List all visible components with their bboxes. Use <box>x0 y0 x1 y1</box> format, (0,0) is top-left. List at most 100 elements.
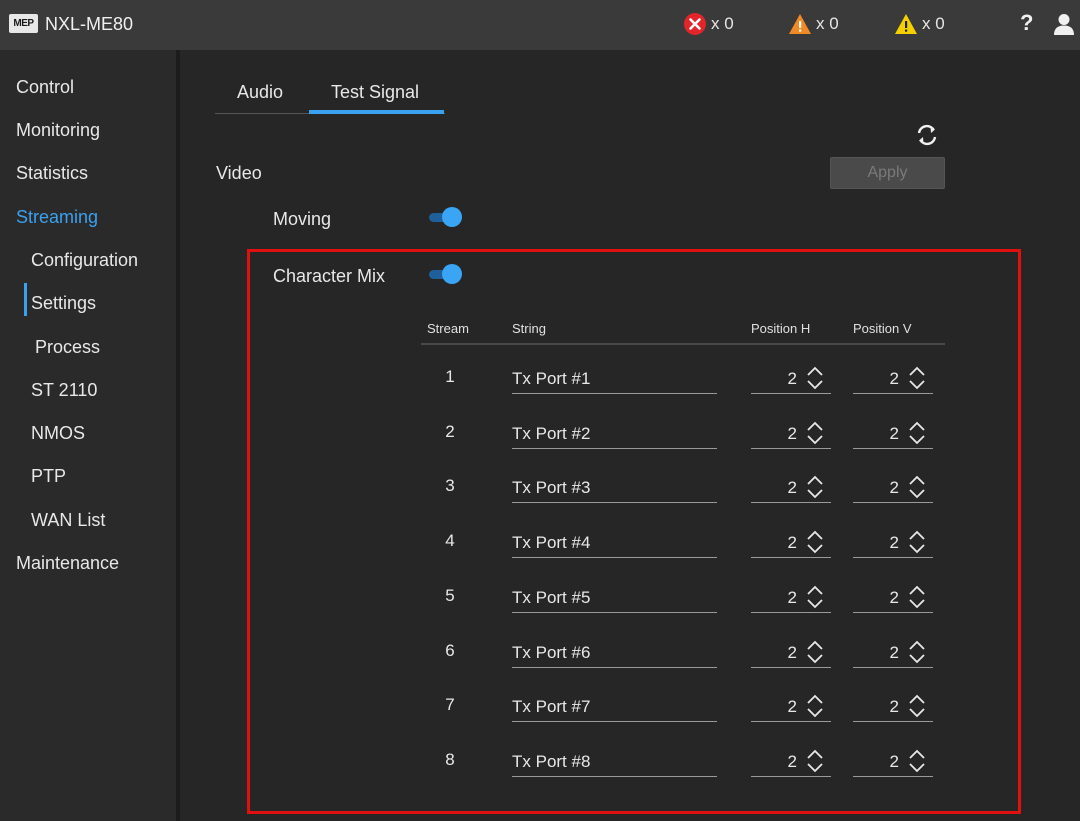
position-v-input[interactable]: 2 <box>853 585 933 613</box>
sidebar-item-monitoring[interactable]: Monitoring <box>16 120 100 141</box>
position-v-value: 2 <box>889 369 899 388</box>
position-h-input[interactable]: 2 <box>751 473 831 504</box>
spinner-icon[interactable] <box>907 583 927 611</box>
position-v-value: 2 <box>889 423 899 443</box>
position-v-value: 2 <box>889 587 899 607</box>
position-h-input[interactable]: 2 <box>751 366 831 394</box>
string-input[interactable]: Tx Port #4 <box>512 530 717 559</box>
position-v-input[interactable]: 2 <box>853 473 933 504</box>
position-h-input[interactable]: 2 <box>751 585 831 613</box>
position-v-value: 2 <box>889 697 899 717</box>
spinner-icon[interactable] <box>805 419 825 447</box>
toggle-knob <box>442 207 462 227</box>
error-count: x 0 <box>711 14 734 33</box>
selected-marker <box>24 283 27 316</box>
warning-yellow-count: x 0 <box>922 14 945 33</box>
spinner-icon[interactable] <box>805 692 825 720</box>
stream-number: 4 <box>445 531 455 551</box>
sidebar-item-settings[interactable]: Settings <box>31 293 96 314</box>
string-input[interactable]: Tx Port #7 <box>512 694 717 723</box>
stream-number: 6 <box>445 640 455 660</box>
stream-number: 8 <box>445 749 455 769</box>
spinner-icon[interactable] <box>805 747 825 775</box>
string-input[interactable]: Tx Port #3 <box>512 475 717 504</box>
position-h-value: 2 <box>787 369 797 388</box>
stream-number: 1 <box>445 367 455 386</box>
table-row: 7 Tx Port #7 2 2 <box>0 694 1080 749</box>
string-input[interactable]: Tx Port #8 <box>512 749 717 777</box>
warning-orange-icon <box>789 14 811 34</box>
column-header-stream: Stream <box>427 321 469 336</box>
position-h-value: 2 <box>787 697 797 717</box>
app-logo: MEP <box>9 14 38 33</box>
sidebar-item-statistics[interactable]: Statistics <box>16 163 88 184</box>
position-v-value: 2 <box>889 533 899 553</box>
position-v-input[interactable]: 2 <box>853 528 933 559</box>
position-h-input[interactable]: 2 <box>751 749 831 777</box>
position-h-value: 2 <box>787 478 797 498</box>
position-v-value: 2 <box>889 478 899 498</box>
character-mix-label: Character Mix <box>273 266 386 286</box>
help-button[interactable]: ? <box>1020 10 1033 36</box>
table-row: 1 Tx Port #1 2 2 <box>0 366 1080 421</box>
position-v-input[interactable]: 2 <box>853 749 933 777</box>
top-bar: MEP NXL-ME80 x 0 x 0 x 0 ? <box>0 0 1080 50</box>
position-h-value: 2 <box>787 533 797 553</box>
spinner-icon[interactable] <box>907 692 927 720</box>
spinner-icon[interactable] <box>907 638 927 666</box>
position-h-value: 2 <box>787 751 797 771</box>
spinner-icon[interactable] <box>907 364 927 392</box>
string-input[interactable]: Tx Port #2 <box>512 421 717 449</box>
table-header-divider <box>421 343 945 345</box>
apply-button[interactable]: Apply <box>830 157 945 189</box>
position-v-input[interactable]: 2 <box>853 366 933 394</box>
position-v-value: 2 <box>889 751 899 771</box>
character-mix-toggle[interactable] <box>427 264 463 284</box>
position-h-input[interactable]: 2 <box>751 528 831 559</box>
sidebar-item-control[interactable]: Control <box>16 77 74 98</box>
position-h-value: 2 <box>787 642 797 662</box>
warning-status[interactable]: x 0 <box>788 12 839 36</box>
error-icon <box>684 13 706 35</box>
refresh-icon[interactable] <box>914 122 940 148</box>
tab-audio[interactable]: Audio <box>237 82 283 103</box>
string-input[interactable]: Tx Port #1 <box>512 366 717 394</box>
spinner-icon[interactable] <box>805 583 825 611</box>
app-title: NXL-ME80 <box>45 14 134 34</box>
string-input[interactable]: Tx Port #5 <box>512 585 717 613</box>
position-h-input[interactable]: 2 <box>751 692 831 723</box>
user-icon[interactable] <box>1052 12 1076 36</box>
table-row: 3 Tx Port #3 2 2 <box>0 475 1080 530</box>
stream-number: 2 <box>445 421 455 441</box>
position-v-input[interactable]: 2 <box>853 692 933 723</box>
position-v-input[interactable]: 2 <box>853 640 933 668</box>
sidebar-item-configuration[interactable]: Configuration <box>31 250 138 271</box>
sidebar-item-process[interactable]: Process <box>35 337 100 358</box>
table-row: 8 Tx Port #8 2 2 <box>0 749 1080 804</box>
spinner-icon[interactable] <box>805 473 825 501</box>
video-section-label: Video <box>216 163 262 183</box>
spinner-icon[interactable] <box>907 528 927 556</box>
position-h-input[interactable]: 2 <box>751 640 831 668</box>
spinner-icon[interactable] <box>805 528 825 556</box>
sidebar-item-streaming[interactable]: Streaming <box>16 207 98 228</box>
warning-orange-count: x 0 <box>816 14 839 33</box>
string-input[interactable]: Tx Port #6 <box>512 640 717 668</box>
tab-test-signal[interactable]: Test Signal <box>331 82 419 103</box>
moving-label: Moving <box>273 209 332 229</box>
spinner-icon[interactable] <box>907 473 927 501</box>
spinner-icon[interactable] <box>907 747 927 775</box>
moving-toggle[interactable] <box>427 207 463 227</box>
spinner-icon[interactable] <box>805 638 825 666</box>
column-header-position-h: Position H <box>751 321 811 336</box>
stream-number: 7 <box>445 695 455 715</box>
notice-status[interactable]: x 0 <box>894 12 945 36</box>
spinner-icon[interactable] <box>907 419 927 447</box>
spinner-icon[interactable] <box>805 364 825 392</box>
table-row: 6 Tx Port #6 2 2 <box>0 640 1080 695</box>
error-status[interactable]: x 0 <box>683 12 734 36</box>
warning-yellow-icon <box>895 14 917 34</box>
position-h-input[interactable]: 2 <box>751 421 831 449</box>
position-v-input[interactable]: 2 <box>853 421 933 449</box>
table-row: 2 Tx Port #2 2 2 <box>0 421 1080 476</box>
